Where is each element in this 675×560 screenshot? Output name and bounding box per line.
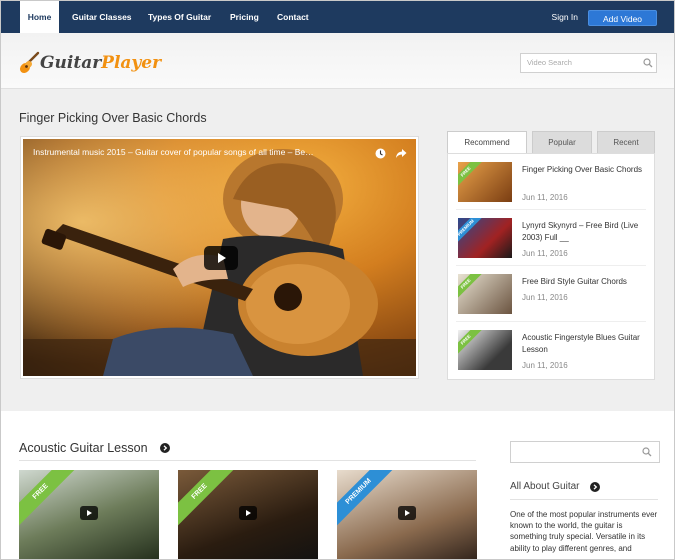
video-card[interactable]: FREE (19, 470, 159, 559)
list-item[interactable]: FREE Acoustic Fingerstyle Blues Guitar L… (448, 322, 654, 378)
list-item-date: Jun 11, 2016 (522, 293, 568, 302)
arrow-right-circle-icon[interactable] (590, 482, 600, 492)
guitar-logo-icon (19, 51, 40, 74)
video-title: Instrumental music 2015 – Guitar cover o… (33, 147, 314, 157)
play-button[interactable] (239, 506, 257, 520)
list-thumbnail[interactable]: FREE (458, 274, 512, 314)
page-title: Finger Picking Over Basic Chords (19, 111, 207, 125)
list-item-title[interactable]: Finger Picking Over Basic Chords (522, 164, 647, 176)
tab-recent[interactable]: Recent (597, 131, 655, 153)
list-item-title[interactable]: Acoustic Fingerstyle Blues Guitar Lesson (522, 332, 647, 356)
video-frame[interactable]: Instrumental music 2015 – Guitar cover o… (23, 139, 416, 376)
about-text: One of the most popular instruments ever… (510, 510, 658, 553)
play-button[interactable] (398, 506, 416, 520)
about-title[interactable]: All About Guitar (510, 481, 579, 492)
watch-later-icon[interactable] (375, 148, 386, 159)
tab-popular[interactable]: Popular (532, 131, 592, 153)
nav-pricing[interactable]: Pricing (230, 1, 259, 33)
page: Home Guitar Classes Types Of Guitar Pric… (0, 0, 675, 560)
site-logo[interactable]: GuitarPlayer (18, 49, 161, 77)
search-icon[interactable] (643, 58, 653, 68)
video-list: FREE Finger Picking Over Basic Chords Ju… (447, 153, 655, 380)
video-card[interactable]: PREMIUM (337, 470, 477, 559)
video-card[interactable]: FREE (178, 470, 318, 559)
section-title[interactable]: Acoustic Guitar Lesson (19, 441, 148, 455)
list-thumbnail[interactable]: PREMIUM (458, 218, 512, 258)
signin-link[interactable]: Sign In (552, 1, 578, 33)
share-icon[interactable] (395, 148, 407, 159)
nav-contact[interactable]: Contact (277, 1, 309, 33)
free-badge: FREE (458, 274, 483, 301)
play-icon (246, 510, 251, 516)
list-thumbnail[interactable]: FREE (458, 162, 512, 202)
search-icon[interactable] (642, 447, 652, 457)
arrow-right-circle-icon[interactable] (160, 443, 170, 453)
add-video-button[interactable]: Add Video (588, 10, 657, 26)
list-item-date: Jun 11, 2016 (522, 193, 568, 202)
play-icon (87, 510, 92, 516)
nav-guitar-classes[interactable]: Guitar Classes (72, 1, 132, 33)
list-item-title[interactable]: Lynyrd Skynyrd – Free Bird (Live 2003) F… (522, 220, 647, 244)
list-item[interactable]: PREMIUM Lynyrd Skynyrd – Free Bird (Live… (448, 210, 654, 266)
list-thumbnail[interactable]: FREE (458, 330, 512, 370)
play-icon (405, 510, 410, 516)
list-item[interactable]: FREE Free Bird Style Guitar Chords Jun 1… (448, 266, 654, 322)
video-player[interactable]: Instrumental music 2015 – Guitar cover o… (21, 137, 418, 378)
list-item-date: Jun 11, 2016 (522, 361, 568, 370)
tab-recommend[interactable]: Recommend (447, 131, 527, 153)
free-badge: FREE (458, 162, 483, 189)
sidebar-search-input[interactable] (510, 441, 660, 463)
free-badge: FREE (458, 330, 483, 357)
free-badge: FREE (19, 470, 75, 526)
list-item-date: Jun 11, 2016 (522, 249, 568, 258)
top-navbar: Home Guitar Classes Types Of Guitar Pric… (1, 1, 674, 33)
list-item[interactable]: FREE Finger Picking Over Basic Chords Ju… (448, 154, 654, 210)
list-item-title[interactable]: Free Bird Style Guitar Chords (522, 276, 647, 288)
premium-badge: PREMIUM (458, 218, 483, 245)
premium-badge: PREMIUM (337, 470, 393, 526)
play-button[interactable] (204, 246, 238, 270)
play-button[interactable] (80, 506, 98, 520)
video-search-input[interactable]: Video Search (520, 53, 657, 73)
video-tabs: Recommend Popular Recent (447, 131, 655, 153)
free-badge: FREE (178, 470, 234, 526)
play-icon (218, 253, 226, 263)
nav-types-of-guitar[interactable]: Types Of Guitar (148, 1, 211, 33)
logo-text: GuitarPlayer (40, 53, 162, 73)
nav-home[interactable]: Home (20, 1, 59, 33)
